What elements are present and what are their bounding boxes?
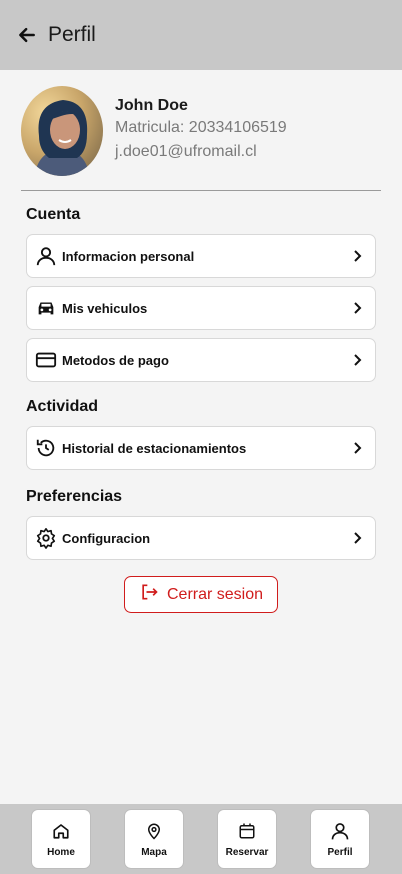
page-title: Perfil xyxy=(48,23,96,46)
credit-card-icon xyxy=(35,349,57,371)
chevron-right-icon xyxy=(351,250,363,262)
profile-email: j.doe01@ufromail.cl xyxy=(115,143,257,160)
user-icon xyxy=(35,245,57,267)
top-app-bar: Perfil xyxy=(0,0,402,70)
gear-icon xyxy=(35,527,57,549)
back-button[interactable] xyxy=(16,24,38,46)
nav-label: Reservar xyxy=(225,847,269,858)
menu-item-label: Informacion personal xyxy=(62,248,195,264)
nav-label: Perfil xyxy=(327,847,353,858)
menu-item-settings[interactable]: Configuracion xyxy=(26,516,376,560)
nav-home[interactable]: Home xyxy=(31,809,91,869)
nav-perfil[interactable]: Perfil xyxy=(310,809,370,869)
menu-item-personal-info[interactable]: Informacion personal xyxy=(26,234,376,278)
profile-matricula: Matricula: 20334106519 xyxy=(115,119,287,136)
menu-item-parking-history[interactable]: Historial de estacionamientos xyxy=(26,426,376,470)
chevron-right-icon xyxy=(351,532,363,544)
map-pin-icon xyxy=(145,820,163,842)
chevron-right-icon xyxy=(351,354,363,366)
logout-label: Cerrar sesion xyxy=(166,585,264,603)
profile-summary: John Doe Matricula: 20334106519 j.doe01@… xyxy=(21,86,381,176)
nav-reservar[interactable]: Reservar xyxy=(217,809,277,869)
logout-icon xyxy=(139,582,159,607)
profile-name: John Doe xyxy=(115,97,188,114)
user-icon xyxy=(330,820,350,842)
logout-button[interactable]: Cerrar sesion xyxy=(124,576,278,613)
chevron-right-icon xyxy=(351,442,363,454)
menu-item-label: Mis vehiculos xyxy=(62,300,148,316)
nav-mapa[interactable]: Mapa xyxy=(124,809,184,869)
menu-item-label: Historial de estacionamientos xyxy=(62,440,247,456)
car-icon xyxy=(35,297,57,319)
chevron-right-icon xyxy=(351,302,363,314)
divider xyxy=(21,190,381,191)
menu-item-label: Configuracion xyxy=(62,530,151,546)
avatar xyxy=(21,86,103,176)
arrow-left-icon xyxy=(19,27,35,43)
nav-label: Mapa xyxy=(141,847,167,858)
bottom-nav: Home Mapa Reservar Perfil xyxy=(0,804,402,874)
section-title-preferencias: Preferencias xyxy=(26,488,123,505)
menu-item-payment-methods[interactable]: Metodos de pago xyxy=(26,338,376,382)
history-icon xyxy=(35,437,57,459)
section-title-cuenta: Cuenta xyxy=(26,206,81,223)
menu-item-label: Metodos de pago xyxy=(62,352,169,368)
menu-item-vehicles[interactable]: Mis vehiculos xyxy=(26,286,376,330)
home-icon xyxy=(52,820,70,842)
nav-label: Home xyxy=(47,847,75,858)
section-title-actividad: Actividad xyxy=(26,398,99,415)
calendar-icon xyxy=(238,820,256,842)
